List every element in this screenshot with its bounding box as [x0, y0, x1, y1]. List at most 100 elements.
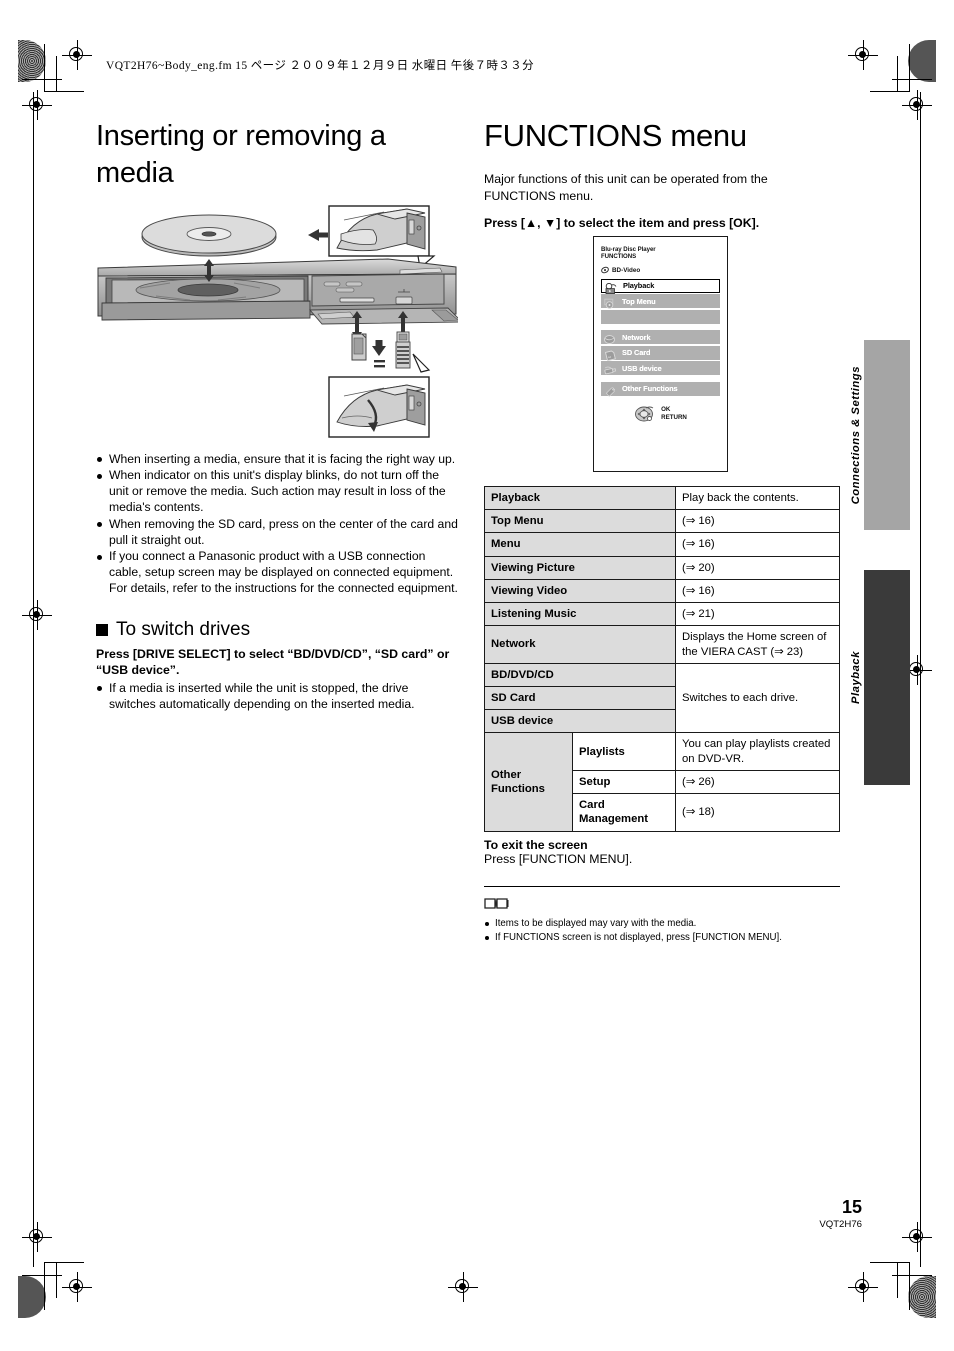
other-functions-wrench-icon [604, 384, 617, 397]
registration-mark-mid-left [22, 600, 52, 630]
menu-item-top-menu[interactable]: Top Menu [601, 294, 720, 310]
menu-item-other-functions-label: Other Functions [622, 384, 678, 394]
table-key-usb-device: USB device [484, 709, 676, 734]
subsection-heading: To switch drives [96, 619, 458, 641]
registration-mark-top-right-inner [902, 90, 932, 120]
list-item: If you connect a Panasonic product with … [96, 549, 458, 597]
table-desc-switch-drive: Switches to each drive. [675, 662, 840, 734]
page-title-right: FUNCTIONS menu [484, 118, 747, 153]
file-header-line: VQT2H76~Body_eng.fm 15 ページ ２００９年１２月９日 水曜… [106, 60, 535, 72]
registration-mark-top-left [62, 40, 92, 70]
list-item: When removing the SD card, press on the … [96, 517, 458, 549]
table-desc-menu: (⇒ 16) [675, 532, 840, 557]
sidebar-tab-connections-settings-label: Connections & Settings [850, 365, 862, 505]
square-bullet-icon [96, 624, 108, 637]
halftone-wedge-top-left [18, 40, 46, 82]
screen-media-type: BD-Video [601, 267, 720, 274]
usb-device-icon [604, 363, 617, 375]
menu-item-other-functions[interactable]: Other Functions [601, 381, 720, 397]
crop-line [44, 44, 45, 92]
table-desc-viewing-picture: (⇒ 20) [675, 555, 840, 580]
table-desc-card-management: (⇒ 18) [675, 793, 840, 832]
blu-ray-player-media-insertion-diagram [96, 204, 464, 444]
functions-table: Playback Play back the contents. Top Men… [484, 485, 840, 832]
registration-mark-top-left-inner [22, 90, 52, 120]
sidebar-tab-playback[interactable] [864, 570, 910, 785]
menu-item-network-label: Network [622, 332, 651, 342]
screen-title: Blu-ray Disc Player FUNCTIONS [601, 246, 720, 261]
table-key-menu: Menu [484, 532, 676, 557]
menu-item-top-menu-label: Top Menu [622, 296, 656, 306]
menu-item-network[interactable]: Network [601, 330, 720, 345]
sidebar-tab-playback-labelbox: Playback [850, 570, 862, 785]
registration-mark-bottom-right [848, 1272, 878, 1302]
crop-line [909, 44, 910, 92]
screen-media-label: BD-Video [612, 266, 641, 274]
table-key-network: Network [484, 625, 676, 664]
callout-open-tray [328, 204, 430, 257]
exit-screen-body: Press [FUNCTION MENU]. [484, 852, 633, 866]
right-column: FUNCTIONS menu Major functions of this u… [484, 118, 840, 943]
table-desc-playlists: You can play playlists created on DVD-VR… [675, 732, 840, 771]
crop-line [897, 56, 898, 92]
table-desc-viewing-video: (⇒ 16) [675, 578, 840, 604]
table-row: Viewing Video (⇒ 16) [484, 578, 840, 604]
crop-line [870, 91, 910, 92]
menu-item-sd-card[interactable]: sd SD Card [601, 345, 720, 362]
table-key-listening-music: Listening Music [484, 602, 676, 627]
screen-title-line1: Blu-ray Disc Player [601, 246, 656, 253]
screen-title-line2: FUNCTIONS [601, 253, 637, 261]
table-row: BD/DVD/CD Switches to each drive. [484, 662, 840, 734]
table-key-sd-card: SD Card [484, 685, 676, 711]
table-desc-top-menu: (⇒ 16) [675, 509, 840, 534]
table-row: Network Displays the Home screen of the … [484, 625, 840, 664]
table-desc-playback: Play back the contents. [675, 485, 840, 511]
svg-text:sd: sd [608, 355, 612, 359]
halftone-wedge-bottom-right [908, 1276, 936, 1318]
table-desc-setup: (⇒ 26) [675, 769, 840, 795]
return-label: RETURN [661, 414, 687, 422]
top-menu-disc-icon [604, 296, 617, 310]
table-key-top-menu: Top Menu [484, 509, 676, 534]
table-row: Top Menu (⇒ 16) [484, 509, 840, 534]
menu-item-playback[interactable]: Playback [601, 278, 720, 294]
menu-item-usb-device-label: USB device [622, 363, 662, 373]
crop-line [22, 1275, 62, 1276]
open-book-icon [484, 897, 510, 910]
ok-return-text: OK RETURN [661, 406, 687, 423]
callout-pointer-bottom [412, 353, 431, 373]
sd-card-icon: sd [604, 348, 617, 362]
crop-line [892, 79, 932, 80]
crop-line [897, 1262, 898, 1298]
playback-icon [605, 281, 618, 294]
page-edge-rule-left [33, 92, 35, 1267]
subsection-heading-label: To switch drives [116, 619, 251, 641]
crop-line [22, 79, 62, 80]
table-row: Viewing Picture (⇒ 20) [484, 555, 840, 580]
menu-item-playback-label: Playback [623, 281, 655, 291]
ok-return-legend: OK RETURN [601, 402, 720, 427]
sidebar-tab-playback-label: Playback [850, 651, 862, 704]
table-key-bd-dvd-cd: BD/DVD/CD [484, 662, 676, 687]
dpad-icon [634, 402, 658, 427]
bd-video-disc-icon [601, 267, 609, 273]
table-key-other-functions: Other Functions [484, 732, 573, 832]
crop-line [56, 56, 57, 92]
sidebar-tab-connections-settings[interactable] [864, 340, 910, 530]
page-title-left: Inserting or removing a media [96, 120, 386, 189]
registration-mark-bottom-center [448, 1272, 478, 1302]
left-column: Inserting or removing a media When inser… [96, 118, 464, 713]
left-notes-list: When inserting a media, ensure that it i… [96, 452, 458, 597]
page-number: 15 [841, 1197, 862, 1217]
halftone-wedge-bottom-left [18, 1276, 46, 1318]
crop-line [870, 1262, 910, 1263]
table-subkey-playlists: Playlists [572, 732, 676, 771]
halftone-wedge-top-right [908, 40, 936, 82]
table-subkey-card-management: Card Management [572, 793, 676, 832]
list-item: When inserting a media, ensure that it i… [96, 452, 458, 468]
menu-item-usb-device[interactable]: USB device [601, 361, 720, 376]
drive-select-instruction: Press [DRIVE SELECT] to select “BD/DVD/C… [96, 647, 450, 678]
registration-mark-bottom-left-inner [62, 1272, 92, 1302]
subsection-notes-list: If a media is inserted while the unit is… [96, 681, 458, 713]
ok-label: OK [661, 405, 671, 413]
